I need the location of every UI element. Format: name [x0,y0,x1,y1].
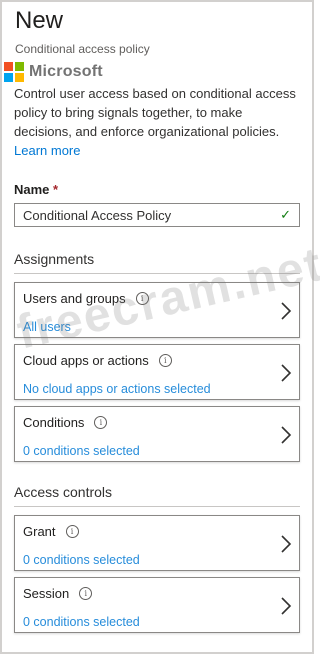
assignments-heading: Assignments [14,251,95,267]
access-controls-heading: Access controls [14,484,113,500]
card-value: 0 conditions selected [23,553,140,567]
conditions-card[interactable]: Conditions i 0 conditions selected [14,406,300,462]
name-label: Name * [14,182,300,197]
users-and-groups-card[interactable]: Users and groups i All users [14,282,300,338]
info-icon[interactable]: i [94,416,108,429]
card-title: Conditions i [23,415,299,430]
check-icon: ✓ [280,207,291,222]
conditional-access-blade: New Conditional access policy Microsoft … [0,0,320,654]
page-subtitle: Conditional access policy [15,42,150,56]
card-title-text: Cloud apps or actions [23,353,149,368]
description: Control user access based on conditional… [14,84,300,160]
card-title-text: Users and groups [23,291,126,306]
divider [14,506,300,507]
grant-card[interactable]: Grant i 0 conditions selected [14,515,300,571]
session-card[interactable]: Session i 0 conditions selected [14,577,300,633]
brand-row: Microsoft [4,62,300,82]
cloud-apps-card[interactable]: Cloud apps or actions i No cloud apps or… [14,344,300,400]
card-title: Session i [23,586,299,601]
description-text: Control user access based on conditional… [14,86,296,139]
chevron-right-icon [281,364,292,382]
card-title-text: Grant [23,524,56,539]
card-value: 0 conditions selected [23,444,140,458]
info-icon[interactable]: i [65,525,79,538]
card-value: All users [23,320,71,334]
card-title-text: Conditions [23,415,85,430]
name-label-text: Name [14,182,50,197]
card-title: Grant i [23,524,299,539]
divider [14,273,300,274]
policy-name-input[interactable]: Conditional Access Policy ✓ [14,203,300,227]
learn-more-link[interactable]: Learn more [14,143,80,158]
info-icon[interactable]: i [79,587,93,600]
card-value: No cloud apps or actions selected [23,382,211,396]
card-title-text: Session [23,586,70,601]
chevron-right-icon [281,426,292,444]
info-icon[interactable]: i [135,292,149,305]
microsoft-logo-icon [4,62,24,82]
policy-name-value[interactable]: Conditional Access Policy [23,208,171,223]
brand-name: Microsoft [29,63,103,80]
card-value: 0 conditions selected [23,615,140,629]
required-marker: * [53,182,59,197]
card-title: Users and groups i [23,291,299,306]
page-title: New [15,7,64,34]
chevron-right-icon [281,302,292,320]
info-icon[interactable]: i [158,354,172,367]
card-title: Cloud apps or actions i [23,353,299,368]
chevron-right-icon [281,597,292,615]
chevron-right-icon [281,535,292,553]
